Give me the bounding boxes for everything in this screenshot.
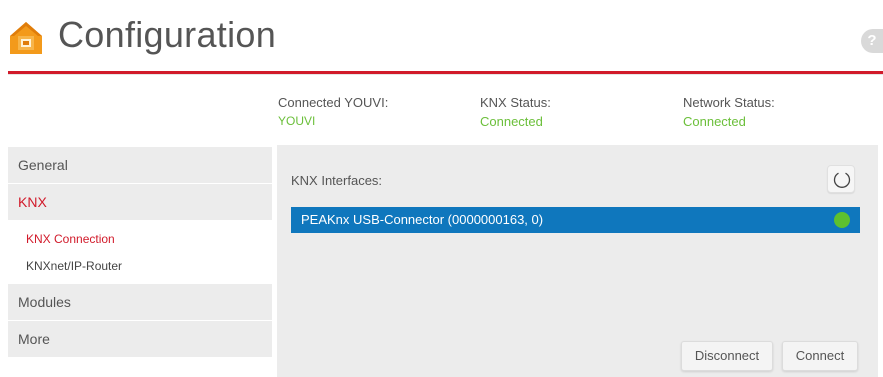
page-title: Configuration: [58, 14, 277, 55]
knx-interface-row[interactable]: PEAKnx USB-Connector (0000000163, 0): [291, 207, 860, 233]
sidebar-subitem-knx-connection[interactable]: KNX Connection: [26, 232, 115, 246]
knx-status-label: KNX Status:: [480, 95, 551, 110]
connection-status-indicator: [834, 212, 850, 228]
sidebar-item-modules[interactable]: Modules: [8, 284, 272, 320]
network-status-value: Connected: [683, 114, 746, 129]
knx-status-value: Connected: [480, 114, 543, 129]
help-icon[interactable]: ?: [861, 29, 883, 53]
knx-interfaces-label: KNX Interfaces:: [291, 173, 383, 188]
connected-youvi-status: Connected YOUVI: YOUVI: [278, 95, 388, 128]
knx-interface-name: PEAKnx USB-Connector (0000000163, 0): [301, 212, 544, 227]
refresh-button[interactable]: [827, 165, 855, 193]
disconnect-button[interactable]: Disconnect: [681, 341, 773, 371]
house-chip-icon: [10, 22, 42, 54]
network-status-label: Network Status:: [683, 95, 775, 110]
connected-youvi-value: YOUVI: [278, 114, 316, 128]
network-status: Network Status: Connected: [683, 95, 775, 129]
sidebar-item-more[interactable]: More: [8, 321, 272, 357]
knx-connection-panel: KNX Interfaces: PEAKnx USB-Connector (00…: [277, 145, 878, 377]
app-header: Configuration ?: [0, 0, 883, 72]
connect-button[interactable]: Connect: [782, 341, 858, 371]
sidebar-subitem-knxnet-ip-router[interactable]: KNXnet/IP-Router: [26, 259, 122, 273]
sidebar: General KNX KNX Connection KNXnet/IP-Rou…: [8, 145, 272, 377]
sidebar-item-knx[interactable]: KNX: [8, 184, 272, 220]
connected-youvi-label: Connected YOUVI:: [278, 95, 389, 110]
sidebar-item-general[interactable]: General: [8, 147, 272, 183]
knx-status: KNX Status: Connected: [480, 95, 551, 129]
header-divider-shadow: [8, 74, 883, 75]
refresh-icon: [833, 172, 851, 188]
